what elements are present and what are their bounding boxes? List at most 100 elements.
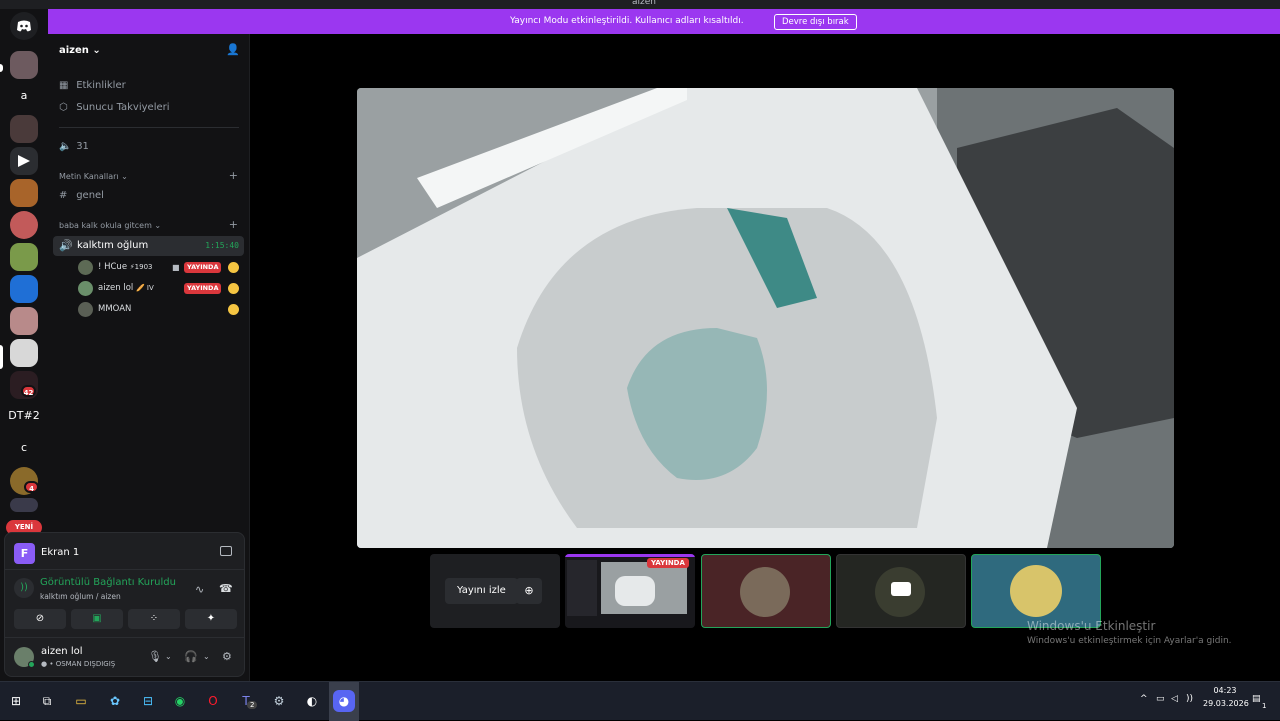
disable-streamer-mode-button[interactable]: Devre dışı bırak [774, 14, 857, 30]
live-badge: YAYINDA [184, 283, 222, 294]
sidebar-item-boosts[interactable]: ⬡ Sunucu Takviyeleri [59, 102, 170, 113]
file-explorer-icon[interactable]: ▭ [70, 690, 92, 712]
emoji-icon [228, 262, 239, 273]
volume-icon[interactable]: ◁ [1171, 694, 1178, 704]
user-name[interactable]: aizen lol [41, 646, 83, 657]
copilot-icon[interactable]: ✿ [104, 690, 126, 712]
notification-count: 1 [1262, 702, 1267, 710]
voice-channel-active[interactable]: 🔊 kalktım oğlum 1:15:40 [53, 236, 244, 256]
taskbar: ⊞ ⧉ ▭ ✿ ⊟ ◉ O T 2 ⚙ ◐ ◕ ^ ▭ ◁ )) 04:23 2… [0, 681, 1280, 721]
avatar [78, 302, 93, 317]
camera-off-button[interactable]: ⊘ [14, 609, 66, 629]
add-channel-icon[interactable]: + [229, 218, 238, 231]
whatsapp-icon[interactable]: ◉ [169, 690, 191, 712]
hash-icon: # [59, 190, 68, 201]
voice-timer: 1:15:40 [205, 241, 239, 250]
signal-icon[interactable]: )) [14, 578, 34, 598]
wifi-icon[interactable]: )) [1186, 694, 1193, 704]
screen-label: Ekran 1 [41, 547, 80, 558]
speaker-icon: 🔈 [59, 141, 72, 152]
banner-message: Yayıncı Modu etkinleştirildi. Kullanıcı … [510, 16, 744, 26]
voice-member[interactable]: ! HCue ⚡1903 ■ YAYINDA [78, 259, 244, 277]
server-icon[interactable] [10, 307, 38, 335]
server-icon[interactable] [10, 275, 38, 303]
screen-share-row[interactable]: F Ekran 1 [14, 541, 236, 565]
discord-taskbar-icon[interactable]: ◕ [333, 690, 355, 712]
call-stage: Yayını izle ⊕ YAYINDA [250, 34, 1280, 681]
opera-icon[interactable]: O [202, 690, 224, 712]
title-bar: aizen [0, 0, 1280, 9]
connection-status[interactable]: Görüntülü Bağlantı Kuruldu [40, 577, 176, 588]
windows-activation-subtitle: Windows'u etkinleştirmek için Ayarlar'a … [1027, 636, 1232, 646]
member-count-channel[interactable]: 🔈 31 [59, 141, 89, 152]
avatar [78, 281, 93, 296]
disconnect-icon[interactable]: ☎ [219, 582, 233, 595]
task-view-icon[interactable]: ⧉ [36, 690, 58, 712]
server-icon[interactable] [10, 147, 38, 175]
guild-header[interactable]: aizen ⌄ 👤 [48, 34, 250, 66]
stream-tile-watch[interactable]: Yayını izle ⊕ [430, 554, 560, 628]
participant-tile[interactable] [971, 554, 1101, 628]
category-text-channels[interactable]: Metin Kanalları ⌄ [59, 172, 128, 181]
headphones-icon[interactable]: 🎧 [184, 650, 198, 663]
sidebar-item-events[interactable]: ▦ Etkinlikler [59, 80, 126, 91]
server-icon[interactable] [10, 339, 38, 367]
voice-panel: F Ekran 1 )) Görüntülü Bağlantı Kuruldu … [4, 532, 245, 677]
server-icon[interactable] [10, 211, 38, 239]
mention-badge: 4 [24, 481, 39, 493]
screen-share-button[interactable]: ▣ [71, 609, 123, 629]
server-icon[interactable] [10, 115, 38, 143]
network-icon[interactable]: ▭ [1156, 694, 1165, 704]
noise-suppression-icon[interactable]: ∿ [195, 583, 204, 596]
channel-genel[interactable]: # genel [59, 190, 104, 201]
server-icon[interactable] [10, 179, 38, 207]
user-area: aizen lol ● • OSMAN DIŞDIGIŞ 🎙 ⌄ 🎧 ⌄ ⚙ [14, 646, 240, 672]
streamer-mode-banner: Yayıncı Modu etkinleştirildi. Kullanıcı … [48, 9, 1280, 34]
microphone-icon[interactable]: 🎙 [148, 650, 162, 663]
emoji-icon [228, 283, 239, 294]
avatar [1010, 565, 1062, 617]
server-icon[interactable] [10, 498, 38, 512]
voice-member[interactable]: MMOAN [78, 301, 244, 319]
popout-icon[interactable] [220, 546, 232, 556]
activities-button[interactable]: ⁘ [128, 609, 180, 629]
camera-icon [891, 582, 911, 596]
watch-stream-button[interactable]: Yayını izle [445, 578, 518, 604]
server-text-item[interactable]: DT#2 [8, 409, 40, 422]
server-icon[interactable] [10, 243, 38, 271]
member-name: ! HCue ⚡1903 [98, 262, 153, 272]
live-badge: YAYINDA [647, 558, 689, 568]
notifications-icon[interactable]: ▤ [1252, 694, 1261, 704]
add-channel-icon[interactable]: + [229, 169, 238, 182]
clock-time[interactable]: 04:23 [1205, 686, 1245, 695]
participant-tile[interactable] [836, 554, 966, 628]
server-text-item[interactable]: c [8, 441, 40, 454]
category-voice[interactable]: baba kalk okula gitcem ⌄ [59, 221, 161, 230]
server-text-item[interactable]: a [8, 89, 40, 102]
clock-date[interactable]: 29.03.2026 [1203, 699, 1249, 708]
watch-together-icon[interactable]: ⊕ [516, 578, 542, 604]
chevron-down-icon[interactable]: ⌄ [165, 652, 172, 661]
participant-tile[interactable] [701, 554, 831, 628]
mention-badge: 42 [21, 385, 36, 397]
avatar [740, 567, 790, 617]
app-icon[interactable]: ◐ [301, 690, 323, 712]
voice-member[interactable]: aizen lol 🥖 IV YAYINDA [78, 280, 244, 298]
chevron-down-icon[interactable]: ⌄ [203, 652, 210, 661]
chevron-up-icon[interactable]: ^ [1140, 694, 1148, 704]
avatar [78, 260, 93, 275]
add-member-icon[interactable]: 👤 [226, 43, 240, 56]
speaker-icon: 🔊 [59, 239, 73, 252]
windows-start-icon[interactable]: ⊞ [5, 690, 27, 712]
member-name: aizen lol 🥖 IV [98, 283, 154, 293]
server-icon[interactable] [10, 51, 38, 79]
gear-icon[interactable]: ⚙ [222, 650, 232, 663]
voice-channel-name: kalktım oğlum [77, 240, 149, 251]
soundboard-button[interactable]: ✦ [185, 609, 237, 629]
stream-video[interactable] [357, 88, 1174, 548]
discord-home-icon[interactable] [10, 12, 38, 40]
stream-tile-live[interactable]: YAYINDA [565, 554, 695, 628]
store-icon[interactable]: ⊟ [137, 690, 159, 712]
app-icon: F [14, 543, 35, 564]
steam-icon[interactable]: ⚙ [268, 690, 290, 712]
